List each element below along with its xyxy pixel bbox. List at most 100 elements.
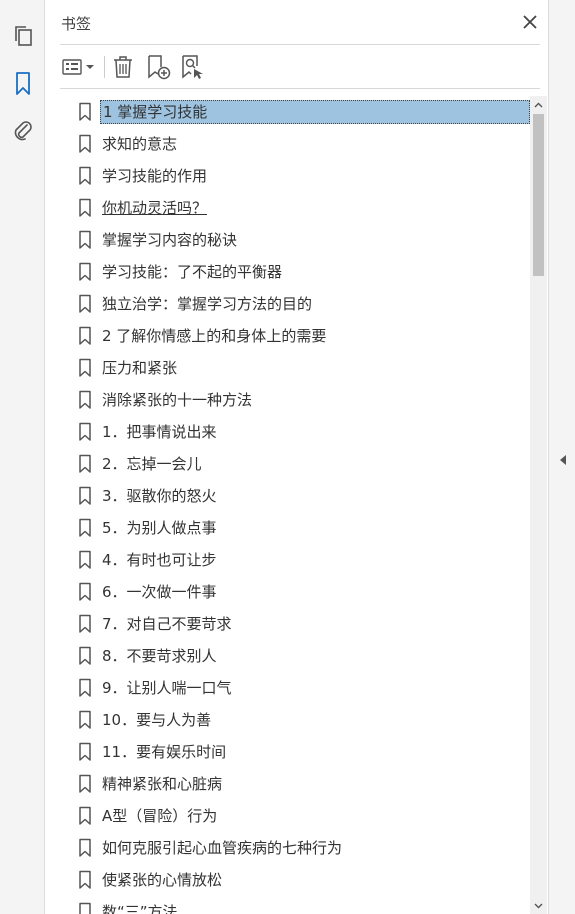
bookmark-item[interactable]: 压力和紧张 — [60, 352, 530, 384]
panel-header: 书签 — [46, 0, 548, 44]
bookmark-icon — [79, 198, 91, 217]
bookmark-label: 压力和紧张 — [102, 359, 178, 377]
bookmark-item[interactable]: 2 了解你情感上的和身体上的需要 — [60, 320, 530, 352]
bookmark-label: 6．一次做一件事 — [102, 583, 217, 601]
bookmark-item[interactable]: 8．不要苛求别人 — [60, 640, 530, 672]
navigation-rail — [0, 0, 45, 914]
bookmark-icon — [79, 166, 91, 185]
bookmark-icon — [79, 582, 91, 601]
bookmark-label: 掌握学习内容的秘诀 — [102, 231, 238, 249]
bookmark-icon — [79, 390, 91, 409]
pages-icon — [15, 26, 32, 46]
find-bookmark-icon — [182, 55, 203, 79]
bookmark-item[interactable]: 求知的意志 — [60, 128, 530, 160]
scroll-up-button[interactable] — [530, 96, 547, 113]
bookmark-label: 8．不要苛求别人 — [102, 647, 217, 665]
bookmark-icon — [79, 774, 91, 793]
bookmark-icon — [79, 326, 91, 345]
vertical-scrollbar[interactable] — [530, 96, 547, 914]
chevron-up-icon — [534, 102, 543, 107]
bookmark-icon — [79, 518, 91, 537]
bookmark-label: 2 了解你情感上的和身体上的需要 — [102, 327, 327, 345]
bookmark-icon — [16, 72, 30, 95]
bookmark-icon — [79, 710, 91, 729]
bookmark-icon — [79, 678, 91, 697]
pages-panel-button[interactable] — [9, 22, 37, 50]
bookmark-icon — [79, 902, 91, 914]
bookmark-item[interactable]: 使紧张的心情放松 — [60, 864, 530, 896]
bookmark-label: 1 掌握学习技能 — [100, 100, 530, 124]
bookmark-label: 你机动灵活吗？ — [102, 199, 208, 217]
bookmark-item[interactable]: 6．一次做一件事 — [60, 576, 530, 608]
bookmark-label: 如何克服引起心血管疾病的七种行为 — [102, 839, 343, 857]
options-menu-icon — [62, 59, 94, 75]
bookmark-label: 学习技能的作用 — [102, 167, 208, 185]
bookmark-icon — [79, 486, 91, 505]
toolbar-divider — [60, 88, 540, 89]
bookmark-label: 5．为别人做点事 — [102, 519, 217, 537]
bookmark-icon — [79, 870, 91, 889]
bookmark-label: 学习技能：了不起的平衡器 — [102, 263, 283, 281]
bookmark-item[interactable]: 10．要与人为善 — [60, 704, 530, 736]
delete-icon — [114, 56, 132, 78]
options-menu-button[interactable] — [60, 52, 98, 82]
bookmark-item[interactable]: 数“三”方法 — [60, 896, 530, 914]
bookmark-label: 求知的意志 — [102, 135, 178, 153]
bookmark-icon — [79, 102, 91, 121]
bookmark-item[interactable]: A型（冒险）行为 — [60, 800, 530, 832]
bookmark-label: 7．对自己不要苛求 — [102, 615, 232, 633]
bookmark-label: 精神紧张和心脏病 — [102, 775, 223, 793]
chevron-down-icon — [534, 903, 543, 908]
bookmark-icon — [79, 358, 91, 377]
bookmark-label: 消除紧张的十一种方法 — [102, 391, 253, 409]
bookmark-icon — [79, 550, 91, 569]
new-bookmark-button[interactable] — [144, 52, 172, 82]
bookmark-item[interactable]: 7．对自己不要苛求 — [60, 608, 530, 640]
close-panel-button[interactable] — [518, 10, 542, 34]
bookmark-icon — [79, 262, 91, 281]
bookmark-item[interactable]: 11．要有娱乐时间 — [60, 736, 530, 768]
bookmark-label: 1．把事情说出来 — [102, 423, 217, 441]
bookmark-item[interactable]: 4．有时也可让步 — [60, 544, 530, 576]
bookmark-label: 2．忘掉一会儿 — [102, 455, 202, 473]
bookmark-label: 11．要有娱乐时间 — [102, 743, 227, 761]
bookmark-item[interactable]: 掌握学习内容的秘诀 — [60, 224, 530, 256]
bookmark-icon — [79, 742, 91, 761]
bookmark-item[interactable]: 学习技能：了不起的平衡器 — [60, 256, 530, 288]
scroll-thumb[interactable] — [533, 114, 544, 276]
bookmark-item[interactable]: 你机动灵活吗？ — [60, 192, 530, 224]
bookmark-item[interactable]: 独立治学：掌握学习方法的目的 — [60, 288, 530, 320]
panel-collapse-strip — [548, 0, 575, 914]
bookmark-label: 3．驱散你的怒火 — [102, 487, 217, 505]
bookmark-label: 10．要与人为善 — [102, 711, 212, 729]
bookmarks-toolbar — [60, 50, 540, 84]
bookmark-label: 使紧张的心情放松 — [102, 871, 223, 889]
bookmark-icon — [79, 134, 91, 153]
new-bookmark-icon — [148, 55, 171, 80]
bookmark-label: 数“三”方法 — [102, 903, 178, 914]
attachments-panel-button[interactable] — [9, 116, 37, 144]
bookmark-icon — [79, 422, 91, 441]
bookmark-item[interactable]: 1 掌握学习技能 — [60, 96, 530, 128]
bookmarks-panel-button[interactable] — [9, 70, 37, 98]
bookmark-item[interactable]: 如何克服引起心血管疾病的七种行为 — [60, 832, 530, 864]
collapse-panel-button[interactable] — [558, 452, 568, 468]
bookmark-label: 9．让别人喘一口气 — [102, 679, 232, 697]
scroll-down-button[interactable] — [530, 897, 547, 914]
bookmark-icon — [79, 646, 91, 665]
bookmark-item[interactable]: 学习技能的作用 — [60, 160, 530, 192]
bookmark-icon — [79, 838, 91, 857]
bookmark-item[interactable]: 9．让别人喘一口气 — [60, 672, 530, 704]
bookmark-item[interactable]: 2．忘掉一会儿 — [60, 448, 530, 480]
bookmark-item[interactable]: 消除紧张的十一种方法 — [60, 384, 530, 416]
attachment-icon — [14, 121, 32, 141]
header-divider — [60, 44, 540, 45]
bookmark-item[interactable]: 3．驱散你的怒火 — [60, 480, 530, 512]
bookmark-icon — [79, 614, 91, 633]
bookmark-label: 4．有时也可让步 — [102, 551, 217, 569]
bookmark-item[interactable]: 精神紧张和心脏病 — [60, 768, 530, 800]
delete-bookmark-button[interactable] — [111, 52, 135, 82]
find-bookmark-button[interactable] — [178, 52, 206, 82]
bookmark-item[interactable]: 1．把事情说出来 — [60, 416, 530, 448]
bookmark-item[interactable]: 5．为别人做点事 — [60, 512, 530, 544]
